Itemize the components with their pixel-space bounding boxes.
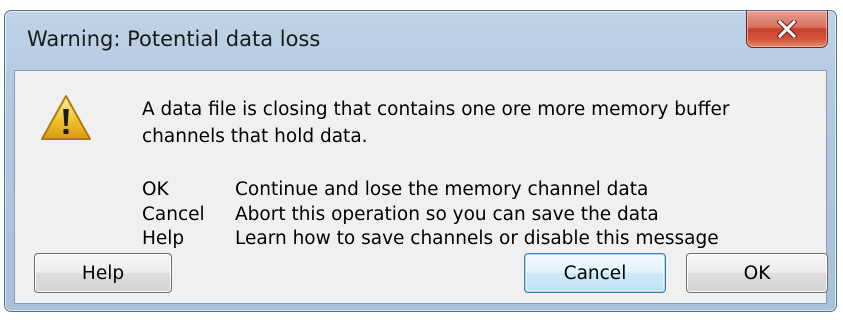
option-key: OK [142,179,169,200]
option-key: Help [142,228,185,249]
option-description: Abort this operation so you can save the… [235,203,659,225]
option-help: Help Learn how to save channels or disab… [142,227,719,252]
dialog-title: Warning: Potential data loss [27,27,321,51]
cancel-button[interactable]: Cancel [524,253,666,293]
warning-dialog: Warning: Potential data loss A data file… [4,10,837,312]
dialog-body: A data file is closing that contains one… [14,70,828,304]
close-icon [777,20,797,38]
option-ok: OK Continue and lose the memory channel … [142,178,719,203]
option-cancel: Cancel Abort this operation so you can s… [142,203,719,228]
options-list: OK Continue and lose the memory channel … [142,178,719,252]
option-description: Continue and lose the memory channel dat… [235,179,649,200]
warning-icon [41,95,91,140]
option-key: Cancel [142,203,205,225]
title-bar[interactable]: Warning: Potential data loss [5,11,836,71]
ok-button[interactable]: OK [686,253,828,293]
dialog-message: A data file is closing that contains one… [142,99,730,147]
help-button[interactable]: Help [34,253,172,293]
close-button[interactable] [746,11,828,48]
option-description: Learn how to save channels or disable th… [235,228,719,249]
